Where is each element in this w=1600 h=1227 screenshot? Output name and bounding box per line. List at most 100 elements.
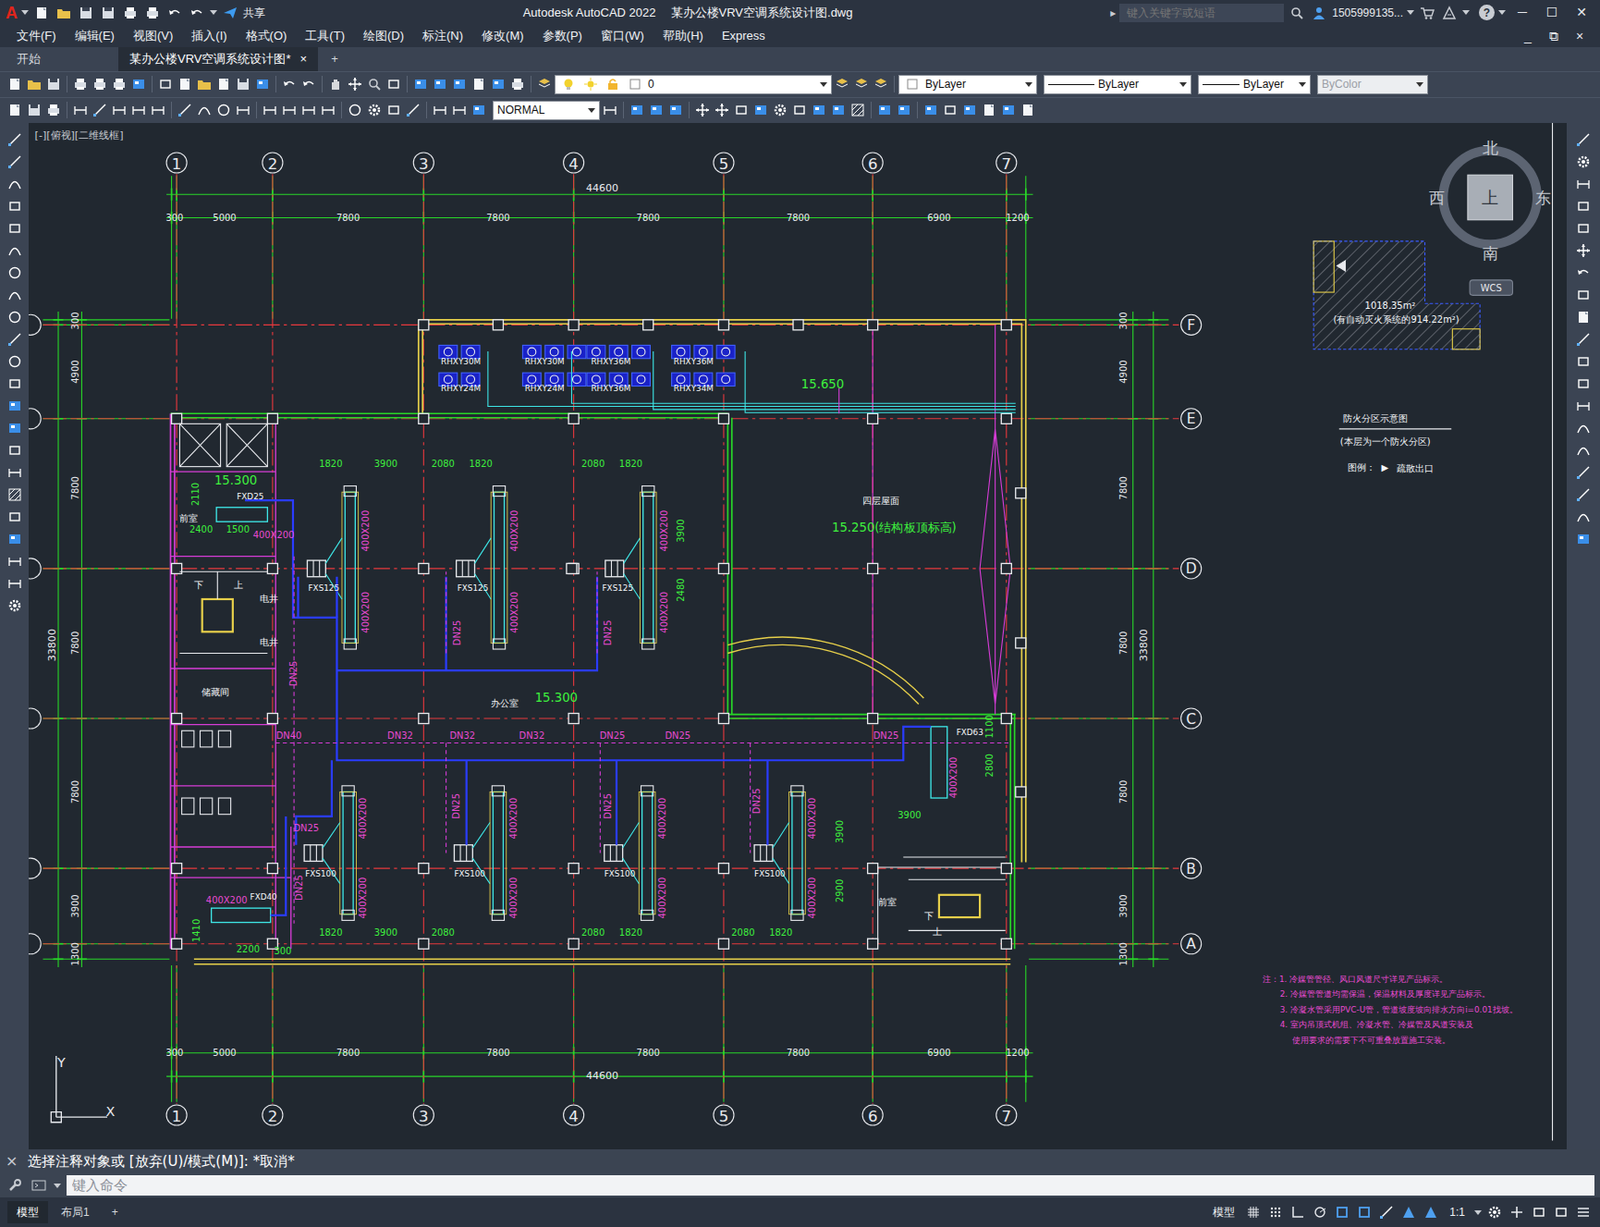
modify-blue-icon[interactable] — [647, 100, 666, 120]
draw-rect-icon[interactable] — [5, 219, 25, 238]
dropdown-arrow-icon[interactable] — [1406, 10, 1415, 15]
draw-line-icon[interactable] — [5, 130, 25, 149]
dimstyle-dropdown[interactable]: NORMAL — [492, 100, 600, 121]
autocad-logo[interactable]: A — [5, 4, 18, 22]
dropdown-arrow-icon[interactable] — [819, 82, 828, 87]
menu-item[interactable]: 帮助(H) — [653, 24, 713, 48]
dimension-gear-icon[interactable] — [365, 100, 384, 120]
search-expand[interactable]: ▸ — [1110, 4, 1116, 22]
lineweight-dropdown[interactable]: ByLayer — [1197, 74, 1311, 95]
status-rect-icon[interactable] — [1551, 1202, 1571, 1222]
modify-rect-icon[interactable] — [1574, 285, 1593, 305]
share-icon[interactable] — [220, 3, 240, 23]
draw-gear-icon[interactable] — [5, 596, 25, 615]
toolbar-undo-icon[interactable] — [299, 74, 318, 94]
status-anno-icon[interactable] — [1421, 1202, 1441, 1222]
status-line-icon[interactable] — [1377, 1202, 1396, 1222]
modify-rect-icon[interactable] — [1574, 352, 1593, 371]
dimension-dim-icon[interactable] — [109, 100, 129, 120]
tab-close[interactable]: × — [300, 49, 308, 69]
toolbar-save-icon[interactable] — [44, 74, 63, 94]
layout-tab[interactable]: 布局1 — [51, 1200, 99, 1223]
toolbar-print-icon[interactable] — [90, 74, 110, 94]
dimension-dim-icon[interactable] — [129, 100, 148, 120]
toolbar-print-icon[interactable] — [71, 74, 90, 94]
layer-color-icon[interactable] — [625, 74, 645, 94]
dropdown-arrow-icon[interactable] — [1179, 82, 1187, 87]
dimension-blue-icon[interactable] — [469, 100, 489, 120]
dimension-save-icon[interactable] — [24, 100, 44, 120]
modify-dim-icon[interactable] — [600, 100, 620, 120]
menu-item[interactable]: 绘图(D) — [354, 24, 414, 48]
draw-rect-icon[interactable] — [5, 374, 25, 393]
draw-rect-icon[interactable] — [5, 507, 25, 526]
toolbar-print-icon[interactable] — [109, 74, 129, 94]
menu-item[interactable]: 工具(T) — [295, 24, 355, 48]
status-grid-icon[interactable] — [1244, 1202, 1263, 1222]
draw-circle-icon[interactable] — [5, 307, 25, 327]
toolbar-rect-icon[interactable] — [384, 74, 404, 94]
status-snap-icon[interactable] — [1332, 1202, 1352, 1222]
layer-thaw-icon[interactable] — [581, 74, 600, 94]
dimension-circle-icon[interactable] — [345, 100, 365, 120]
dropdown-arrow-icon[interactable] — [1025, 82, 1033, 87]
toolbar-doc-icon[interactable] — [469, 74, 489, 94]
search-input[interactable] — [1124, 3, 1279, 23]
toolbar-folder-icon[interactable] — [195, 74, 214, 94]
toolbar-print-icon[interactable] — [508, 74, 527, 94]
recent-commands-icon[interactable] — [29, 1175, 49, 1195]
toolbar-save-icon[interactable] — [233, 74, 253, 94]
status-plus-icon[interactable] — [1507, 1202, 1527, 1222]
file-tab[interactable]: 开始 — [5, 47, 117, 72]
layer-properties-icon[interactable] — [832, 74, 852, 94]
dimension-dim-icon[interactable] — [299, 100, 318, 120]
window-control[interactable]: ☐ — [1538, 2, 1565, 23]
quick-access-save-icon[interactable] — [76, 3, 96, 23]
search-icon[interactable] — [1287, 3, 1307, 23]
window-control[interactable]: ─ — [1509, 2, 1536, 23]
modify-blue-icon[interactable] — [960, 100, 979, 120]
toolbar-layers-icon[interactable] — [535, 74, 554, 94]
modify-line-icon[interactable] — [1574, 463, 1593, 482]
dimension-line-icon[interactable] — [175, 100, 195, 120]
modify-move-icon[interactable] — [712, 100, 732, 120]
modify-line-icon[interactable] — [1574, 485, 1593, 504]
linetype-dropdown[interactable]: ByLayer — [1043, 74, 1192, 95]
menu-item[interactable]: 插入(I) — [182, 24, 236, 48]
modify-move-icon[interactable] — [1574, 241, 1593, 260]
dimension-dim-icon[interactable] — [233, 100, 253, 120]
draw-arc-icon[interactable] — [5, 285, 25, 305]
dropdown-arrow-icon[interactable] — [1474, 1209, 1482, 1215]
cart-icon[interactable] — [1417, 3, 1437, 23]
quick-access-undo-icon[interactable] — [187, 3, 207, 23]
menu-item[interactable]: 标注(N) — [413, 24, 473, 48]
plotstyle-dropdown[interactable]: ByColor — [1317, 74, 1429, 95]
modify-undo-icon[interactable] — [1574, 263, 1593, 282]
draw-arc-icon[interactable] — [5, 241, 25, 260]
status-anno-icon[interactable] — [1399, 1202, 1418, 1222]
view-cube[interactable]: 北南西东上WCS — [1429, 139, 1552, 295]
status-menu3-icon[interactable] — [1574, 1202, 1593, 1222]
toolbar-blue-icon[interactable] — [488, 74, 508, 94]
toolbar-folder-icon[interactable] — [24, 74, 44, 94]
modify-hatch-icon[interactable] — [848, 100, 868, 120]
modify-blue-icon[interactable] — [666, 100, 685, 120]
draw-line-icon[interactable] — [5, 152, 25, 171]
dropdown-arrow-icon[interactable] — [209, 10, 218, 15]
dropdown-arrow-icon[interactable] — [53, 1183, 62, 1188]
layer-match-icon[interactable] — [871, 74, 891, 94]
dropdown-arrow-icon[interactable] — [1462, 10, 1470, 15]
drawing-canvas[interactable]: 北南西东上WCSXY[-][俯视][二维线框]12345671234567FED… — [28, 122, 1567, 1150]
modify-blue-icon[interactable] — [875, 100, 894, 120]
cube-face[interactable]: 上 — [1481, 188, 1499, 208]
draw-arc-icon[interactable] — [5, 174, 25, 194]
layout-tab[interactable]: 模型 — [7, 1200, 49, 1223]
modify-rect-icon[interactable] — [1574, 196, 1593, 216]
menu-item[interactable]: 修改(M) — [472, 24, 534, 48]
dropdown-arrow-icon[interactable] — [21, 10, 29, 15]
dimension-dim-icon[interactable] — [430, 100, 450, 120]
toolbar-blue-icon[interactable] — [450, 74, 469, 94]
toolbar-rect-icon[interactable] — [156, 74, 175, 94]
layer-on-icon[interactable] — [559, 74, 578, 94]
model-space-button[interactable]: 模型 — [1207, 1201, 1241, 1222]
